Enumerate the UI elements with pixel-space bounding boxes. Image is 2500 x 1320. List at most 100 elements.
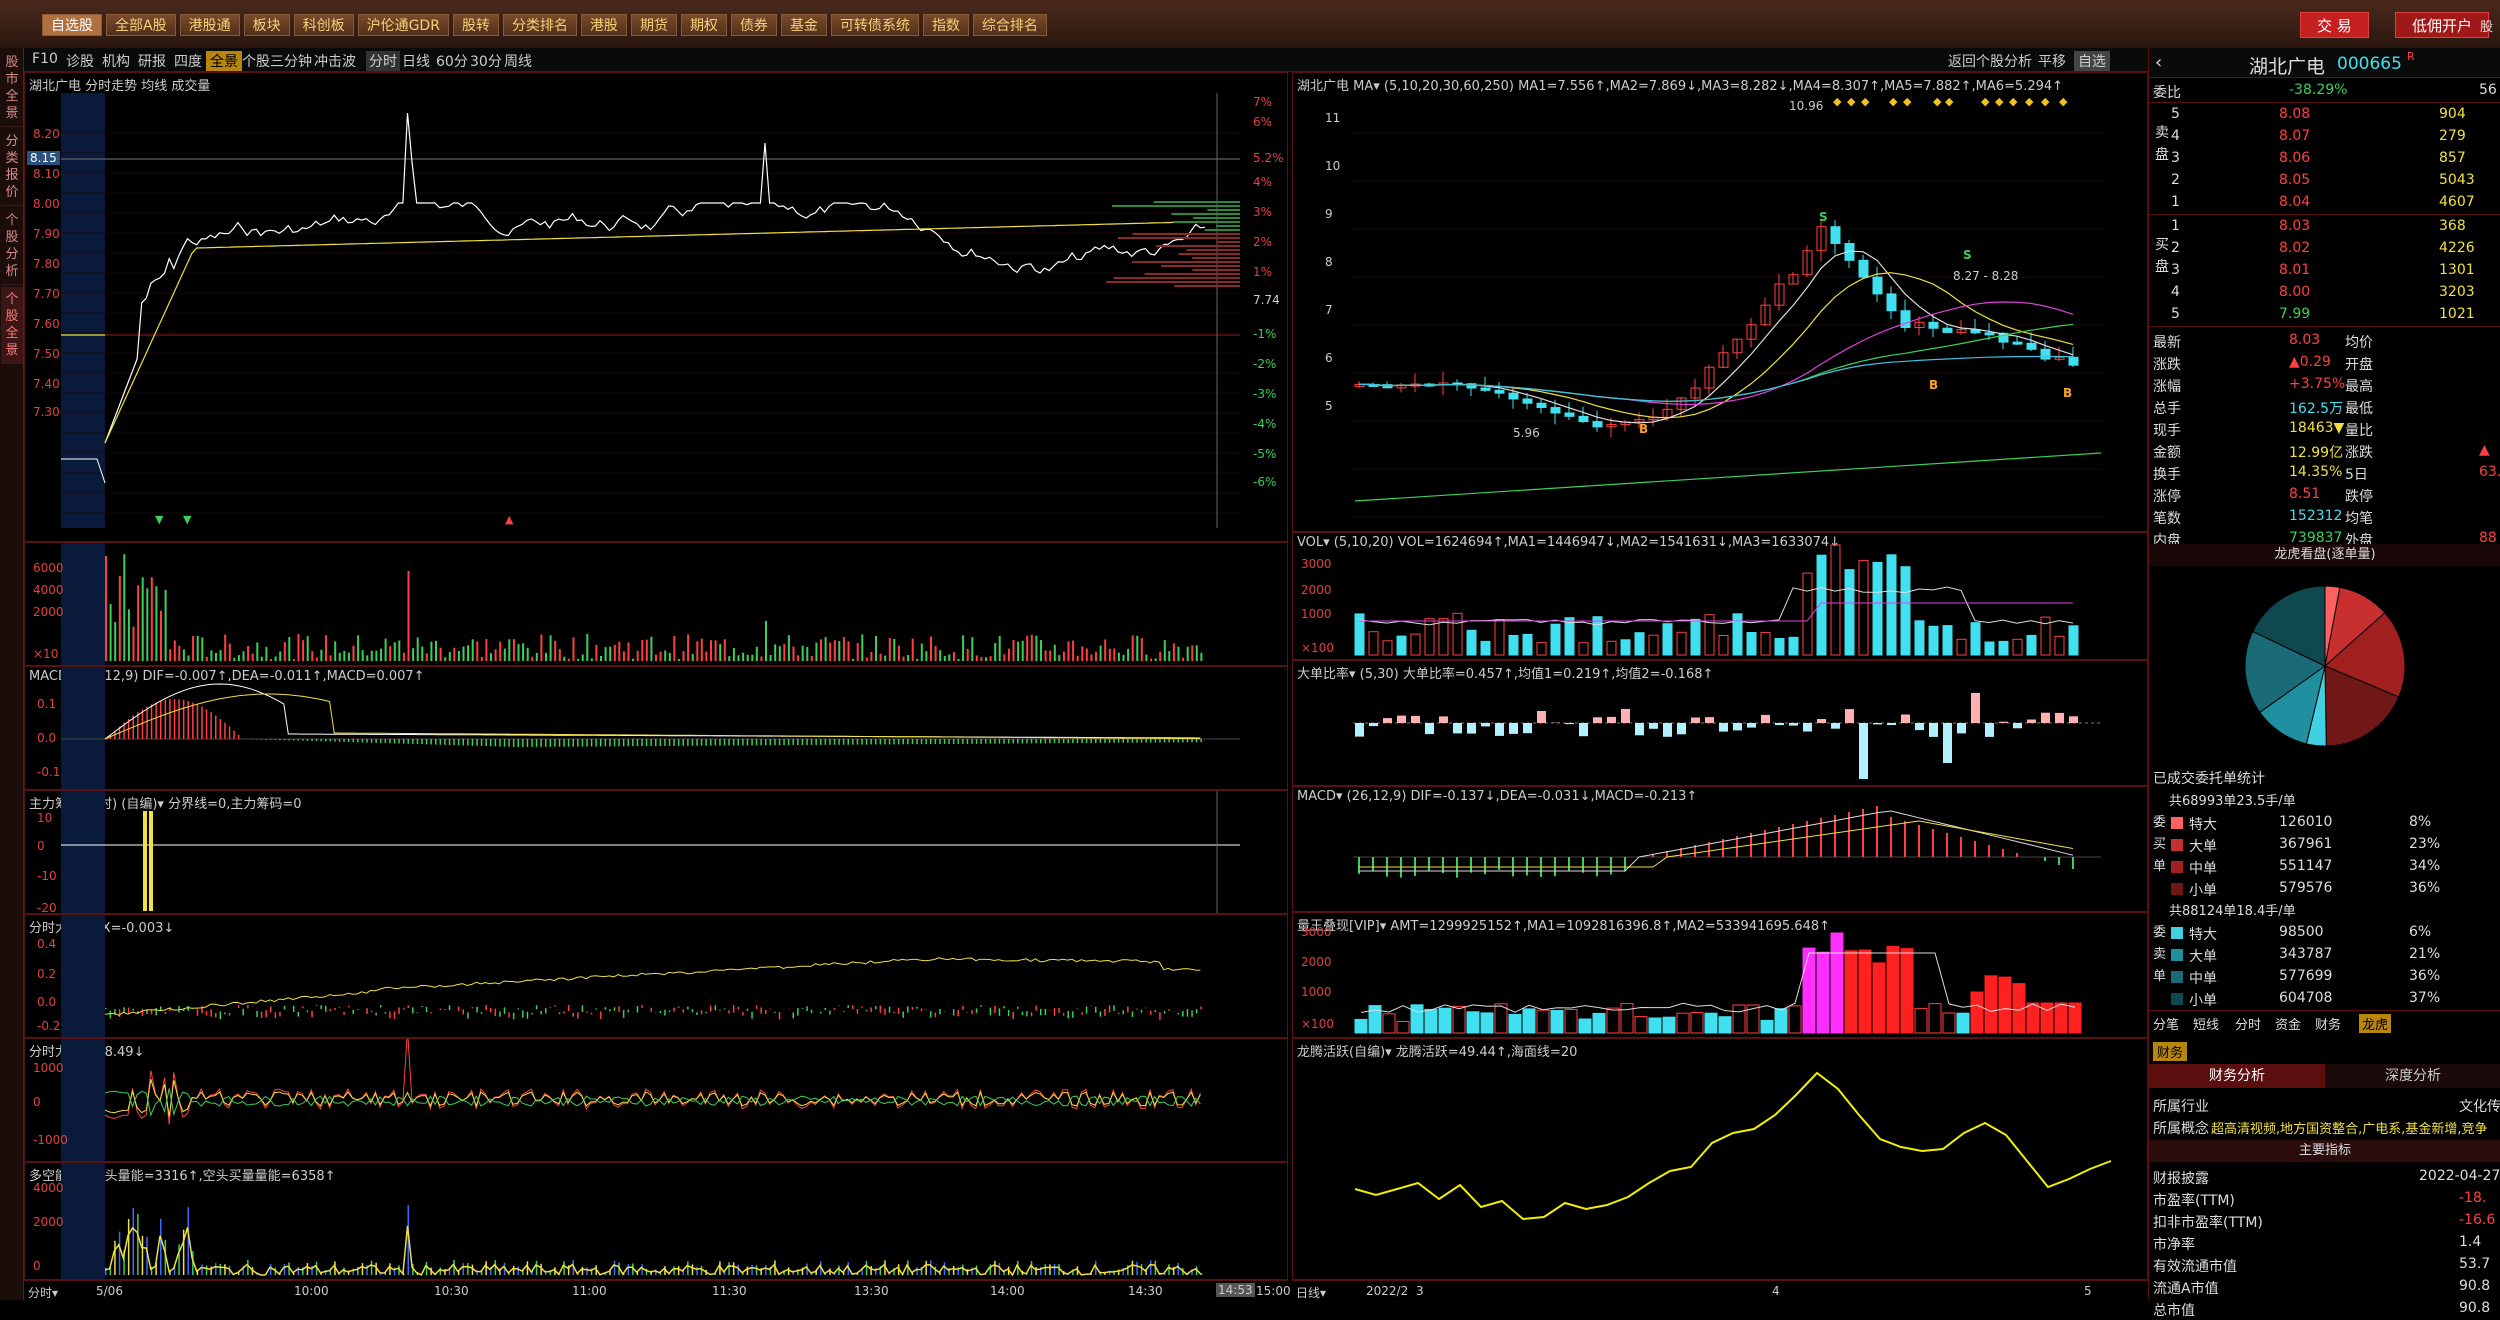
bigorder-bar [389,1012,391,1019]
bigorder-bar [183,1009,185,1011]
tab-institution[interactable]: 机构 [102,51,130,71]
right-tab-5[interactable]: 龙虎 [2359,1014,2391,1033]
volume-bar [948,655,950,662]
menu-item-10[interactable]: 期权 [681,14,727,36]
bigorder-bar [641,1005,643,1008]
back-to-analysis-button[interactable]: 返回个股分析 [1948,51,2032,71]
watchlist-select[interactable]: 自选 [2074,51,2110,71]
menu-item-14[interactable]: 指数 [923,14,969,36]
menu-item-8[interactable]: 港股 [581,14,627,36]
intraday-macd-chart [25,667,1287,789]
menu-item-12[interactable]: 基金 [781,14,827,36]
macd-bar [779,739,781,745]
tab-30min[interactable]: 30分 [470,51,502,71]
menu-item-0[interactable]: 自选股 [42,14,102,36]
menu-item-3[interactable]: 板块 [244,14,290,36]
buy-level-row[interactable]: 38.011301 [2149,260,2500,282]
quote-label: 现手 [2153,420,2181,440]
order-type: 大单 [2189,946,2217,966]
pct-tick: 2% [1253,235,1272,249]
menu-item-4[interactable]: 科创板 [294,14,354,36]
macd-bar [142,709,144,739]
fin-analysis-tab[interactable]: 财务分析 [2149,1064,2325,1088]
volume-bar [1077,656,1079,661]
menu-item-13[interactable]: 可转债系统 [831,14,919,36]
bigorder-bar [339,1007,341,1008]
macd-bar [559,739,561,747]
volume-bar [298,634,300,661]
volume-bar [550,635,552,661]
tab-research[interactable]: 研报 [138,51,166,71]
sell-level-row[interactable]: 38.06857 [2149,148,2500,170]
menu-item-2[interactable]: 港股通 [180,14,240,36]
right-tab-4[interactable]: 财务 [2315,1014,2341,1033]
order-pct: 36% [2409,968,2440,984]
macd-bar [160,701,162,739]
volume-bar [412,648,414,661]
sell-level-row[interactable]: 28.055043 [2149,170,2500,192]
intraday-period-select[interactable]: 分时▾ [28,1284,58,1301]
bigorder-bar [426,1007,428,1012]
volume-bar [1109,649,1111,661]
tab-three-minutes[interactable]: 个股三分钟 [242,51,312,71]
trade-button[interactable]: 交 易 [2300,12,2369,38]
more-button[interactable]: 股 [2480,16,2493,35]
macd-bar [655,739,657,746]
sell-order-row: 大单34378721% [2149,944,2500,966]
sell-level-row[interactable]: 18.044607 [2149,192,2500,214]
menu-item-5[interactable]: 沪伦通GDR [358,14,449,36]
fin-value: 90.8 [2459,1278,2490,1294]
buy-level-row[interactable]: 57.991021 [2149,304,2500,326]
kline-period-select[interactable]: 日线▾ [1296,1284,1326,1301]
pan-button[interactable]: 平移 [2038,51,2066,71]
tab-f10[interactable]: F10 [32,51,58,67]
vtab-stock-panorama[interactable]: 个股全景 [1,287,23,364]
buy-level-row[interactable]: 48.003203 [2149,282,2500,304]
tab-diagnose[interactable]: 诊股 [66,51,94,71]
right-tab-2[interactable]: 分时 [2235,1014,2261,1033]
kline-price-tick: 5 [1325,399,1333,413]
macd-bar [724,739,726,746]
pie-title: 龙虎看盘(逐单量) [2149,544,2500,566]
right-tab-1[interactable]: 短线 [2193,1014,2219,1033]
volume-bar [641,640,643,661]
tab-intraday[interactable]: 分时 [366,51,400,71]
tab-four-degree[interactable]: 四度 [174,51,202,71]
open-account-button[interactable]: 低佣开户 [2395,12,2489,38]
volume-bar [536,653,538,661]
level-number: 3 [2171,150,2180,166]
bigorder-bar [916,1007,918,1009]
time-label: 11:00 [572,1284,607,1298]
macd-bar [357,739,359,742]
finance-tab[interactable]: 财务 [2153,1042,2187,1061]
volume-bar [692,654,694,661]
tab-60min[interactable]: 60分 [436,51,468,71]
volume-king-bar [1481,1013,1493,1033]
tab-weekly[interactable]: 周线 [504,51,532,71]
back-arrow-icon[interactable]: ‹ [2155,52,2162,73]
tab-daily[interactable]: 日线 [402,51,430,71]
volume-bar [453,648,455,661]
sell-level-row[interactable]: 58.08904 [2149,104,2500,126]
tab-panorama[interactable]: 全景 [206,51,242,71]
vtab-stock-analysis[interactable]: 个股分析 [1,208,23,285]
tab-shockwave[interactable]: 冲击波 [314,51,356,71]
right-tab-0[interactable]: 分笔 [2153,1014,2179,1033]
buy-level-row[interactable]: 18.03368 [2149,216,2500,238]
buy-signal: B [1929,378,1938,392]
vtab-market-overview[interactable]: 股市全景 [1,50,23,127]
menu-item-9[interactable]: 期货 [631,14,677,36]
menu-item-6[interactable]: 股转 [453,14,499,36]
volume-bar [628,642,630,661]
deep-analysis-tab[interactable]: 深度分析 [2325,1064,2500,1088]
sell-level-row[interactable]: 48.07279 [2149,126,2500,148]
energy-bar [696,1267,698,1275]
menu-item-11[interactable]: 债券 [731,14,777,36]
menu-item-15[interactable]: 综合排名 [973,14,1047,36]
menu-item-1[interactable]: 全部A股 [106,14,176,36]
buy-level-row[interactable]: 28.024226 [2149,238,2500,260]
right-tab-3[interactable]: 资金 [2275,1014,2301,1033]
vtab-category-quotes[interactable]: 分类报价 [1,129,23,206]
volume-bar [417,637,419,661]
menu-item-7[interactable]: 分类排名 [503,14,577,36]
